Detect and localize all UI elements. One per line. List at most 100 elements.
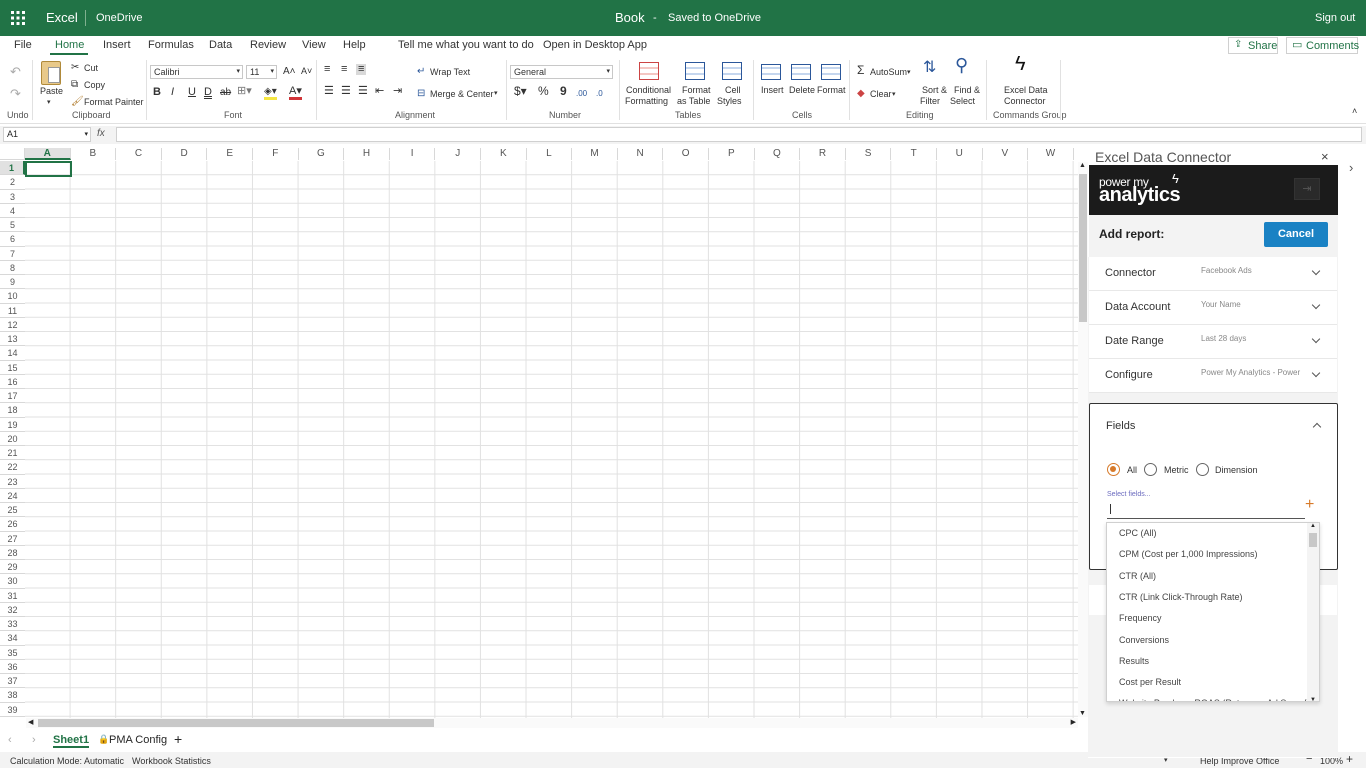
scroll-right-arrow[interactable]: ▶ [1071,718,1076,726]
row-header[interactable]: 39 [0,703,25,717]
select-fields-input[interactable] [1107,501,1305,519]
font-name-select[interactable]: Calibri ▾ [150,65,243,79]
row-header[interactable]: 10 [0,289,25,304]
row-header[interactable]: 20 [0,432,25,446]
vertical-scrollbar[interactable]: ▲ ▼ [1078,162,1088,717]
strikethrough-icon[interactable]: ab [220,87,231,98]
row-header[interactable]: 27 [0,532,25,546]
tab-insert[interactable]: Insert [103,39,131,51]
column-header[interactable]: P [709,148,755,160]
radio-dimension[interactable] [1196,463,1209,476]
number-format-select[interactable]: General ▾ [510,65,613,79]
column-header[interactable]: H [344,148,390,160]
horizontal-scrollbar[interactable]: ◀ ▶ [26,718,1078,728]
book-title[interactable]: Book [615,0,645,36]
add-field-icon[interactable]: + [1305,496,1314,514]
conditional-formatting-label-2[interactable]: Formatting [625,96,668,107]
row-header[interactable]: 4 [0,204,25,218]
tab-home[interactable]: Home [55,39,84,51]
active-cell[interactable] [25,161,72,177]
row-header[interactable]: 7 [0,247,25,261]
row-header[interactable]: 38 [0,688,25,703]
row-header[interactable]: 11 [0,304,25,318]
align-top-icon[interactable]: ≡ [324,64,330,75]
row-header[interactable]: 34 [0,631,25,646]
excel-data-connector-label-2[interactable]: Connector [1004,96,1046,107]
open-desktop-app[interactable]: Open in Desktop App [543,39,647,51]
h-scroll-thumb[interactable] [38,719,434,727]
bold-icon[interactable]: B [153,87,161,98]
row-header[interactable]: 13 [0,332,25,347]
dropdown-option[interactable]: Cost per Result [1119,677,1181,687]
increase-decimal-icon[interactable]: .00 [576,88,587,99]
row-header[interactable]: 24 [0,489,25,503]
double-underline-icon[interactable]: D [204,87,212,98]
data-account-select[interactable]: Data Account Your Name [1089,291,1337,325]
row-header[interactable]: 12 [0,318,25,332]
column-header[interactable]: S [845,148,892,160]
sign-out-link[interactable]: Sign out [1315,0,1355,36]
row-header[interactable]: 31 [0,589,25,603]
paste-icon[interactable] [41,61,61,85]
sort-filter-label-1[interactable]: Sort & [922,85,947,96]
row-header[interactable]: 5 [0,218,25,233]
dropdown-scroll-thumb[interactable] [1309,533,1317,547]
row-header[interactable]: 16 [0,375,25,389]
align-right-icon[interactable]: ☰ [358,86,368,97]
logout-icon[interactable]: ⇥ [1294,178,1320,200]
column-header[interactable]: E [207,148,253,160]
column-header[interactable]: G [298,148,345,160]
comma-icon[interactable]: 9 [560,85,567,97]
row-header[interactable]: 6 [0,232,25,247]
underline-icon[interactable]: U [188,87,196,98]
cell-styles-label-1[interactable]: Cell [725,85,741,96]
decrease-indent-icon[interactable]: ⇤ [375,86,384,97]
row-header[interactable]: 30 [0,574,25,589]
tab-formulas[interactable]: Formulas [148,39,194,51]
sheet-tab-pma-config[interactable]: PMA Config [109,734,167,746]
dropdown-option[interactable]: Frequency [1119,613,1162,623]
workbook-statistics[interactable]: Workbook Statistics [132,756,211,766]
add-sheet-button[interactable]: + [174,731,182,747]
row-header[interactable]: 37 [0,674,25,689]
tab-file[interactable]: File [14,39,32,51]
row-header[interactable]: 8 [0,261,25,275]
column-header[interactable]: K [481,148,527,160]
row-header[interactable]: 25 [0,503,25,518]
tab-help[interactable]: Help [343,39,366,51]
column-header[interactable]: D [161,148,208,160]
cancel-button[interactable]: Cancel [1264,222,1328,247]
column-header[interactable]: A [25,148,71,160]
undo-icon[interactable]: ↶ [10,65,21,78]
row-header[interactable]: 22 [0,460,25,475]
format-cells-button[interactable]: Format [817,85,846,96]
radio-metric[interactable] [1144,463,1157,476]
row-header[interactable]: 18 [0,403,25,418]
increase-indent-icon[interactable]: ⇥ [393,86,402,97]
dropdown-option[interactable]: Website Purchase ROAS (Return on Ad Spen… [1119,698,1309,701]
row-header[interactable]: 26 [0,517,25,532]
calc-mode[interactable]: Calculation Mode: Automatic [10,756,124,766]
align-left-icon[interactable]: ☰ [324,86,334,97]
row-header[interactable]: 17 [0,389,25,404]
tell-me-search[interactable]: Tell me what you want to do [398,39,534,51]
formula-input[interactable] [116,127,1362,142]
expand-pane-icon[interactable]: › [1349,160,1353,175]
merge-center-button[interactable]: Merge & Center [430,89,494,100]
delete-cells-button[interactable]: Delete [789,85,815,96]
cut-button[interactable]: Cut [84,63,98,74]
column-header[interactable]: O [663,148,709,160]
italic-icon[interactable]: I [171,87,174,98]
fields-dropdown-list[interactable]: CPC (All) CPM (Cost per 1,000 Impressions… [1106,522,1320,702]
column-header[interactable]: M [572,148,618,160]
row-header[interactable]: 3 [0,190,25,204]
paste-button[interactable]: Paste [40,86,63,97]
tab-review[interactable]: Review [250,39,286,51]
row-header[interactable]: 28 [0,546,25,560]
clear-button[interactable]: Clear [870,89,892,100]
find-select-label-2[interactable]: Select [950,96,975,107]
dropdown-option[interactable]: Conversions [1119,635,1169,645]
find-select-label-1[interactable]: Find & [954,85,980,96]
spreadsheet-grid[interactable]: ABCDEFGHIJKLMNOPQRSTUVW 1 2 3 4 5 6 7 8 9 10 11 12 1… [0,148,1078,718]
column-header[interactable]: F [253,148,299,160]
